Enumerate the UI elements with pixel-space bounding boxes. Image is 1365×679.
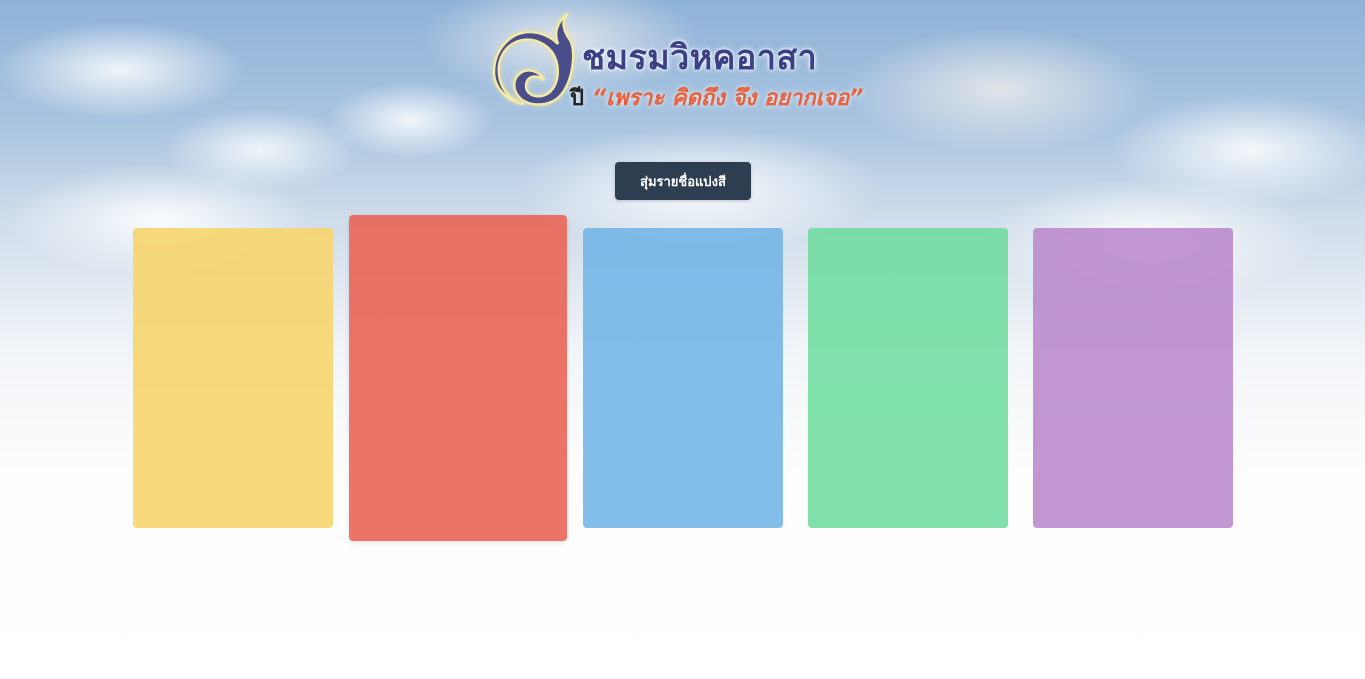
color-card-blue[interactable] [583,228,783,528]
shuffle-names-button[interactable]: สุ่มรายชื่อแบ่งสี [615,162,751,200]
thai-numeral-eight-logo-icon [492,12,575,106]
club-name: ชมรมวิหคอาสา [582,38,818,78]
color-card-yellow[interactable] [133,228,333,528]
slogan-line: ปี “เพราะ คิดถึง จึง อยากเจอ” [570,80,863,115]
slogan-text: “เพราะ คิดถึง จึง อยากเจอ” [591,86,864,111]
site-header: ชมรมวิหคอาสา ปี “เพราะ คิดถึง จึง อยากเจอ… [490,10,890,120]
color-card-red[interactable] [349,215,567,541]
color-card-purple[interactable] [1033,228,1233,528]
year-prefix: ปี [570,86,584,111]
color-card-green[interactable] [808,228,1008,528]
